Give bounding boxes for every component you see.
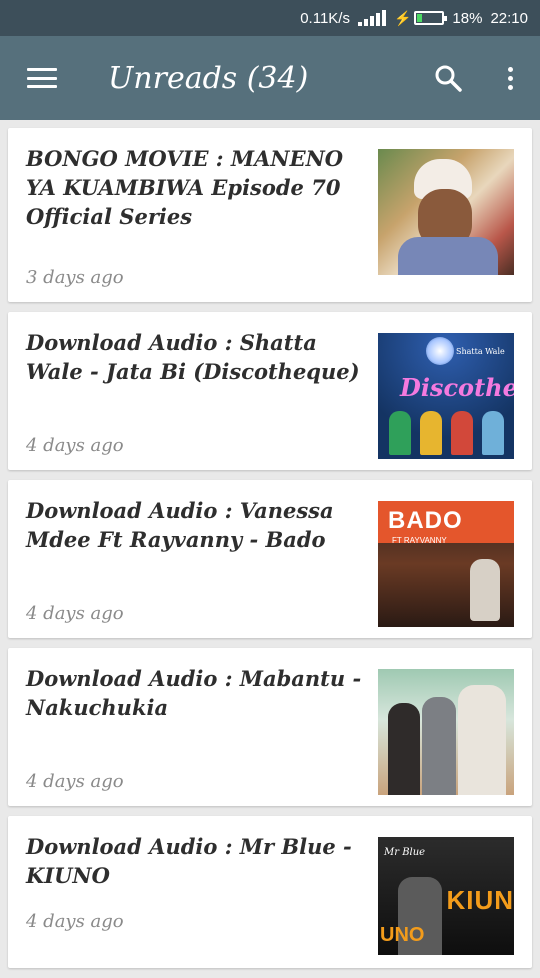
battery-percent: 18% — [452, 9, 483, 27]
article-card[interactable]: Download Audio : Vanessa Mdee Ft Rayvann… — [8, 480, 532, 638]
article-title: Download Audio : Shatta Wale - Jata Bi (… — [26, 330, 360, 384]
article-card[interactable]: Download Audio : Shatta Wale - Jata Bi (… — [8, 312, 532, 470]
article-thumbnail — [378, 669, 514, 795]
article-time: 4 days ago — [26, 603, 124, 624]
article-title: Download Audio : Vanessa Mdee Ft Rayvann… — [26, 498, 334, 552]
thumbnail-caption: Shatta Wale — [456, 347, 505, 356]
article-list: BONGO MOVIE : MANENO YA KUAMBIWA Episode… — [8, 128, 532, 978]
status-bar: 0.11K/s ⚡ 18% 22:10 — [0, 0, 540, 36]
app-bar: Unreads (34) — [0, 36, 540, 120]
article-title: BONGO MOVIE : MANENO YA KUAMBIWA Episode… — [26, 146, 344, 229]
article-time: 3 days ago — [26, 267, 124, 288]
clock: 22:10 — [490, 9, 528, 27]
article-title: Download Audio : Mr Blue - KIUNO — [26, 834, 352, 888]
menu-button[interactable] — [0, 36, 84, 120]
article-thumbnail — [378, 149, 514, 275]
more-options-button[interactable] — [480, 36, 540, 120]
article-time: 4 days ago — [26, 911, 124, 932]
page-title: Unreads (34) — [108, 60, 309, 96]
article-thumbnail: Mr Blue KIUN UNO — [378, 837, 514, 955]
article-title: Download Audio : Mabantu - Nakuchukia — [26, 666, 362, 720]
article-time: 4 days ago — [26, 771, 124, 792]
thumbnail-caption: FT RAYVANNY — [392, 536, 447, 545]
thumbnail-caption: Mr Blue — [384, 847, 426, 858]
signal-icon — [357, 10, 386, 26]
search-button[interactable] — [416, 36, 480, 120]
thumbnail-text-2: UNO — [380, 924, 425, 946]
thumbnail-text: BADO — [388, 507, 463, 534]
hamburger-menu-icon — [27, 68, 57, 88]
more-vertical-icon — [507, 66, 513, 90]
article-thumbnail: BADO FT RAYVANNY — [378, 501, 514, 627]
article-card[interactable]: Download Audio : Mr Blue - KIUNO 4 days … — [8, 816, 532, 968]
article-card[interactable]: BONGO MOVIE : MANENO YA KUAMBIWA Episode… — [8, 128, 532, 302]
charging-icon: ⚡ — [393, 9, 412, 26]
article-thumbnail: Shatta Wale Discotheque — [378, 333, 514, 459]
network-speed: 0.11K/s — [300, 9, 350, 27]
thumbnail-text: Discotheque — [400, 373, 514, 402]
article-card[interactable]: Download Audio : Mabantu - Nakuchukia 4 … — [8, 648, 532, 806]
search-icon — [435, 65, 462, 92]
article-time: 4 days ago — [26, 435, 124, 456]
thumbnail-text: KIUN — [446, 885, 514, 915]
battery-icon: ⚡ — [393, 9, 448, 27]
